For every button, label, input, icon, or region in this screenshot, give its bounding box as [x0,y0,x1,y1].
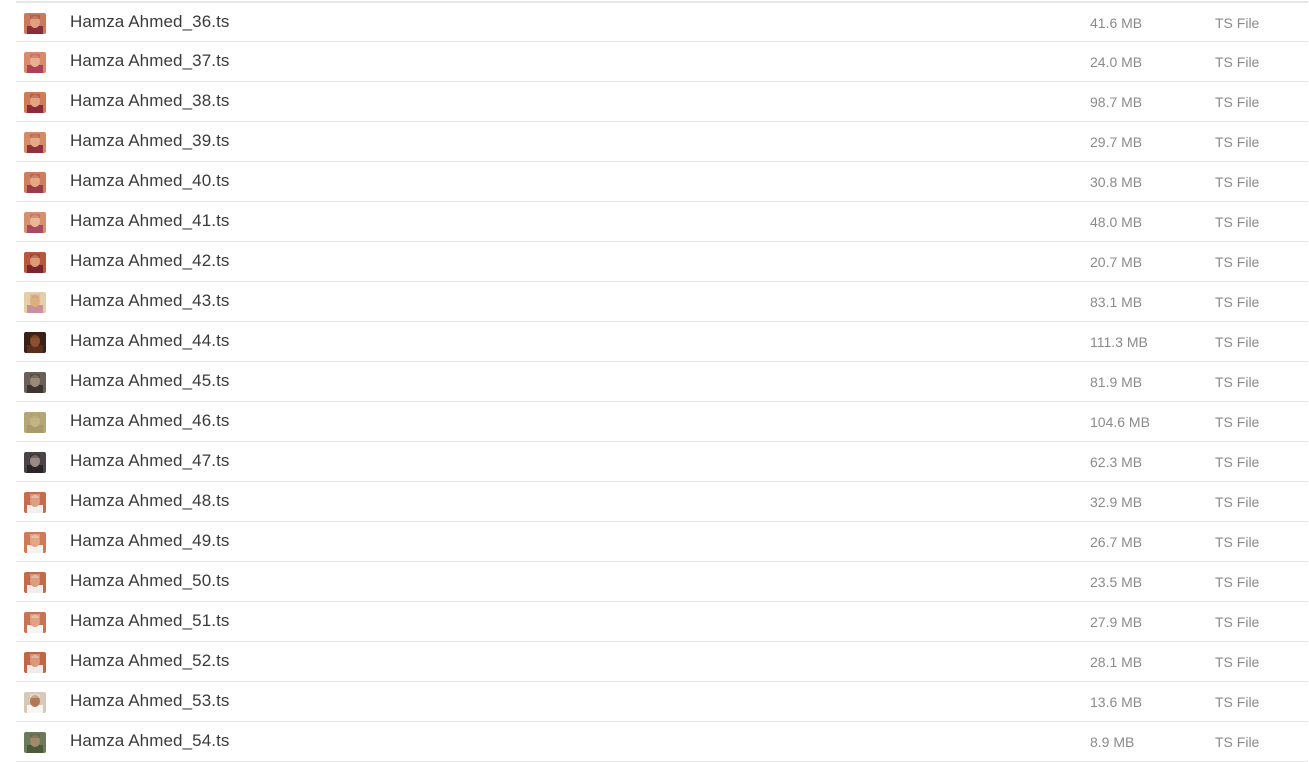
file-row[interactable]: Hamza Ahmed_42.ts 20.7 MB TS File [16,242,1308,282]
file-row[interactable]: Hamza Ahmed_48.ts 32.9 MB TS File [16,482,1308,522]
file-size: 41.6 MB [1090,15,1143,31]
file-row[interactable]: Hamza Ahmed_51.ts 27.9 MB TS File [16,602,1308,642]
file-kind: TS File [1215,214,1260,230]
file-row[interactable]: Hamza Ahmed_50.ts 23.5 MB TS File [16,562,1308,602]
file-size: 29.7 MB [1090,134,1143,150]
file-kind: TS File [1215,414,1260,430]
file-size: 23.5 MB [1090,574,1143,590]
file-kind: TS File [1215,534,1260,550]
file-row[interactable]: Hamza Ahmed_53.ts 13.6 MB TS File [16,682,1308,722]
file-size: 30.8 MB [1090,174,1143,190]
video-thumbnail-icon [24,532,46,553]
video-thumbnail-icon [24,292,46,313]
video-thumbnail-icon [24,372,46,393]
file-kind: TS File [1215,294,1260,310]
file-name[interactable]: Hamza Ahmed_54.ts [70,731,230,751]
video-thumbnail-icon [24,252,46,273]
file-row[interactable]: Hamza Ahmed_44.ts 111.3 MB TS File [16,322,1308,362]
file-size: 8.9 MB [1090,734,1135,750]
file-kind: TS File [1215,454,1260,470]
file-name[interactable]: Hamza Ahmed_52.ts [70,651,230,671]
file-name[interactable]: Hamza Ahmed_38.ts [70,91,230,111]
file-kind: TS File [1215,734,1260,750]
video-thumbnail-icon [24,172,46,193]
file-name[interactable]: Hamza Ahmed_39.ts [70,131,230,151]
file-name[interactable]: Hamza Ahmed_48.ts [70,491,230,511]
file-name[interactable]: Hamza Ahmed_43.ts [70,291,230,311]
file-size: 20.7 MB [1090,254,1143,270]
file-row[interactable]: Hamza Ahmed_39.ts 29.7 MB TS File [16,122,1308,162]
file-kind: TS File [1215,94,1260,110]
file-size: 32.9 MB [1090,494,1143,510]
file-row[interactable]: Hamza Ahmed_38.ts 98.7 MB TS File [16,82,1308,122]
file-kind: TS File [1215,574,1260,590]
file-kind: TS File [1215,694,1260,710]
list-top-divider [16,1,1308,2]
file-size: 62.3 MB [1090,454,1143,470]
video-thumbnail-icon [24,52,46,73]
file-row[interactable]: Hamza Ahmed_45.ts 81.9 MB TS File [16,362,1308,402]
file-name[interactable]: Hamza Ahmed_41.ts [70,211,230,231]
file-row[interactable]: Hamza Ahmed_54.ts 8.9 MB TS File [16,722,1308,762]
file-row[interactable]: Hamza Ahmed_43.ts 83.1 MB TS File [16,282,1308,322]
file-name[interactable]: Hamza Ahmed_47.ts [70,451,230,471]
video-thumbnail-icon [24,132,46,153]
file-name[interactable]: Hamza Ahmed_44.ts [70,331,230,351]
video-thumbnail-icon [24,732,46,753]
file-kind: TS File [1215,614,1260,630]
file-size: 81.9 MB [1090,374,1143,390]
file-row[interactable]: Hamza Ahmed_37.ts 24.0 MB TS File [16,42,1308,82]
file-name[interactable]: Hamza Ahmed_37.ts [70,51,230,71]
file-row[interactable]: Hamza Ahmed_36.ts 41.6 MB TS File [16,2,1308,42]
file-size: 83.1 MB [1090,294,1143,310]
video-thumbnail-icon [24,92,46,113]
file-size: 13.6 MB [1090,694,1143,710]
file-row[interactable]: Hamza Ahmed_52.ts 28.1 MB TS File [16,642,1308,682]
file-name[interactable]: Hamza Ahmed_49.ts [70,531,230,551]
file-row[interactable]: Hamza Ahmed_46.ts 104.6 MB TS File [16,402,1308,442]
video-thumbnail-icon [24,452,46,473]
file-kind: TS File [1215,254,1260,270]
file-size: 24.0 MB [1090,54,1143,70]
video-thumbnail-icon [24,652,46,673]
video-thumbnail-icon [24,332,46,353]
file-kind: TS File [1215,334,1260,350]
video-thumbnail-icon [24,612,46,633]
file-name[interactable]: Hamza Ahmed_46.ts [70,411,230,431]
file-row[interactable]: Hamza Ahmed_49.ts 26.7 MB TS File [16,522,1308,562]
file-kind: TS File [1215,15,1260,31]
file-row[interactable]: Hamza Ahmed_40.ts 30.8 MB TS File [16,162,1308,202]
video-thumbnail-icon [24,412,46,433]
file-size: 26.7 MB [1090,534,1143,550]
video-thumbnail-icon [24,492,46,513]
file-size: 104.6 MB [1090,414,1150,430]
file-name[interactable]: Hamza Ahmed_53.ts [70,691,230,711]
file-name[interactable]: Hamza Ahmed_51.ts [70,611,230,631]
file-kind: TS File [1215,54,1260,70]
file-size: 27.9 MB [1090,614,1143,630]
file-size: 111.3 MB [1090,334,1148,350]
file-name[interactable]: Hamza Ahmed_45.ts [70,371,230,391]
video-thumbnail-icon [24,692,46,713]
file-name[interactable]: Hamza Ahmed_42.ts [70,251,230,271]
file-size: 48.0 MB [1090,214,1143,230]
file-kind: TS File [1215,654,1260,670]
file-name[interactable]: Hamza Ahmed_36.ts [70,12,230,32]
file-row[interactable]: Hamza Ahmed_41.ts 48.0 MB TS File [16,202,1308,242]
file-kind: TS File [1215,494,1260,510]
file-kind: TS File [1215,134,1260,150]
file-kind: TS File [1215,374,1260,390]
file-name[interactable]: Hamza Ahmed_50.ts [70,571,230,591]
file-size: 98.7 MB [1090,94,1143,110]
file-row[interactable]: Hamza Ahmed_47.ts 62.3 MB TS File [16,442,1308,482]
file-name[interactable]: Hamza Ahmed_40.ts [70,171,230,191]
video-thumbnail-icon [24,572,46,593]
video-thumbnail-icon [24,13,46,34]
file-size: 28.1 MB [1090,654,1143,670]
file-kind: TS File [1215,174,1260,190]
video-thumbnail-icon [24,212,46,233]
